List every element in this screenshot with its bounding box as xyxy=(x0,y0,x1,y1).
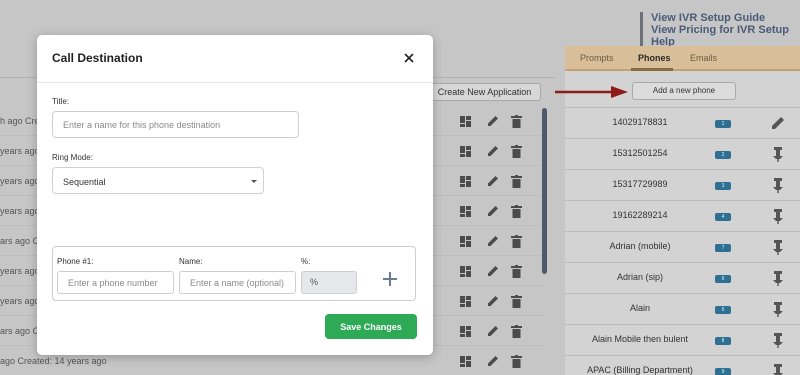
phone-badge: 8 xyxy=(715,337,731,345)
phone-name: Alain xyxy=(629,303,650,313)
call-destination-modal: Call Destination Title: Ring Mode: Seque… xyxy=(37,35,433,355)
grid-icon[interactable] xyxy=(460,266,471,277)
phone-name: 15312501254 xyxy=(612,148,668,158)
add-new-phone-button[interactable]: Add a new phone xyxy=(632,82,736,100)
trash-icon[interactable] xyxy=(511,115,522,128)
add-phone-row-icon[interactable] xyxy=(383,272,397,286)
modal-title: Call Destination xyxy=(52,51,143,65)
grid-icon[interactable] xyxy=(460,236,471,247)
grid-icon[interactable] xyxy=(460,206,471,217)
phone-row[interactable]: Alain Mobile then bulent 8 xyxy=(565,324,800,355)
phone-badge: 6 xyxy=(715,275,731,283)
percent-input[interactable]: % xyxy=(301,271,357,294)
list-scrollbar[interactable] xyxy=(542,108,547,274)
phone-badge: 7 xyxy=(715,244,731,252)
grid-icon[interactable] xyxy=(460,326,471,337)
close-icon[interactable] xyxy=(403,52,415,64)
trash-icon[interactable] xyxy=(511,235,522,248)
help-links: View IVR Setup Guide View Pricing for IV… xyxy=(640,12,800,48)
phone-row[interactable]: 19162289214 4 xyxy=(565,200,800,231)
phone-badge: 9 xyxy=(715,368,731,375)
pin-icon[interactable] xyxy=(770,301,786,317)
trash-icon[interactable] xyxy=(511,355,522,368)
title-input[interactable] xyxy=(52,111,299,138)
pin-icon[interactable] xyxy=(770,332,786,348)
modal-divider xyxy=(37,82,433,83)
ivr-pricing-help-link[interactable]: View Pricing for IVR Setup Help xyxy=(651,24,800,48)
pencil-icon[interactable] xyxy=(487,175,499,187)
phone-row[interactable]: 15317729989 3 xyxy=(565,169,800,200)
pencil-icon[interactable] xyxy=(770,115,786,131)
phone-row[interactable]: Adrian (sip) 6 xyxy=(565,262,800,293)
phone-number-input[interactable] xyxy=(57,271,174,294)
pin-icon[interactable] xyxy=(770,146,786,162)
save-changes-button[interactable]: Save Changes xyxy=(325,314,417,339)
grid-icon[interactable] xyxy=(460,146,471,157)
grid-icon[interactable] xyxy=(460,176,471,187)
phone-name: Adrian (sip) xyxy=(616,272,663,282)
pin-icon[interactable] xyxy=(770,363,786,375)
trash-icon[interactable] xyxy=(511,265,522,278)
pencil-icon[interactable] xyxy=(487,325,499,337)
tab-bar: Prompts Phones Emails xyxy=(565,46,800,71)
phone-row[interactable]: 15312501254 2 xyxy=(565,138,800,169)
tab-emails[interactable]: Emails xyxy=(690,53,717,63)
tab-phones[interactable]: Phones xyxy=(638,53,671,63)
trash-icon[interactable] xyxy=(511,295,522,308)
active-tab-indicator xyxy=(631,68,673,71)
row-age-text: h ago Cre xyxy=(0,116,40,126)
phone-badge: 1 xyxy=(715,120,731,128)
pencil-icon[interactable] xyxy=(487,295,499,307)
phone-name: APAC (Billing Department) xyxy=(587,365,693,375)
pin-icon[interactable] xyxy=(770,239,786,255)
red-arrow-icon xyxy=(555,86,628,98)
phone-name: Alain Mobile then bulent xyxy=(591,334,689,344)
phone-row[interactable]: Adrian (mobile) 7 xyxy=(565,231,800,262)
grid-icon[interactable] xyxy=(460,116,471,127)
pencil-icon[interactable] xyxy=(487,265,499,277)
phone-badge: 4 xyxy=(715,213,731,221)
title-label: Title: xyxy=(52,97,70,106)
pin-icon[interactable] xyxy=(770,208,786,224)
pencil-icon[interactable] xyxy=(487,235,499,247)
grid-icon[interactable] xyxy=(460,356,471,367)
ivr-setup-guide-link[interactable]: View IVR Setup Guide xyxy=(651,12,800,24)
phone-name: Adrian (mobile) xyxy=(609,241,671,251)
pencil-icon[interactable] xyxy=(487,205,499,217)
phone-badge: 5 xyxy=(715,306,731,314)
trash-icon[interactable] xyxy=(511,325,522,338)
phone-name: 19162289214 xyxy=(612,210,668,220)
pencil-icon[interactable] xyxy=(487,355,499,367)
percent-label: %: xyxy=(301,257,311,266)
phone-number-label: Phone #1: xyxy=(57,257,94,266)
phone-badge: 3 xyxy=(715,182,731,190)
phone-name-input[interactable] xyxy=(179,271,296,294)
ring-mode-value: Sequential xyxy=(63,177,106,187)
pencil-icon[interactable] xyxy=(487,115,499,127)
row-age-text: ago Created: 14 years ago xyxy=(0,356,107,366)
ring-mode-label: Ring Mode: xyxy=(52,153,93,162)
phone-name: 15317729989 xyxy=(612,179,668,189)
tab-prompts[interactable]: Prompts xyxy=(580,53,614,63)
trash-icon[interactable] xyxy=(511,205,522,218)
grid-icon[interactable] xyxy=(460,296,471,307)
pin-icon[interactable] xyxy=(770,177,786,193)
phone-row[interactable]: Alain 5 xyxy=(565,293,800,324)
pencil-icon[interactable] xyxy=(487,145,499,157)
trash-icon[interactable] xyxy=(511,145,522,158)
pin-icon[interactable] xyxy=(770,270,786,286)
ring-mode-select[interactable]: Sequential xyxy=(52,167,264,194)
chevron-down-icon xyxy=(251,180,257,183)
trash-icon[interactable] xyxy=(511,175,522,188)
phone-badge: 2 xyxy=(715,151,731,159)
phone-name-label: Name: xyxy=(179,257,203,266)
phone-row[interactable]: APAC (Billing Department) 9 xyxy=(565,355,800,375)
phone-row[interactable]: 14029178831 1 xyxy=(565,107,800,138)
phone-name: 14029178831 xyxy=(612,117,668,127)
